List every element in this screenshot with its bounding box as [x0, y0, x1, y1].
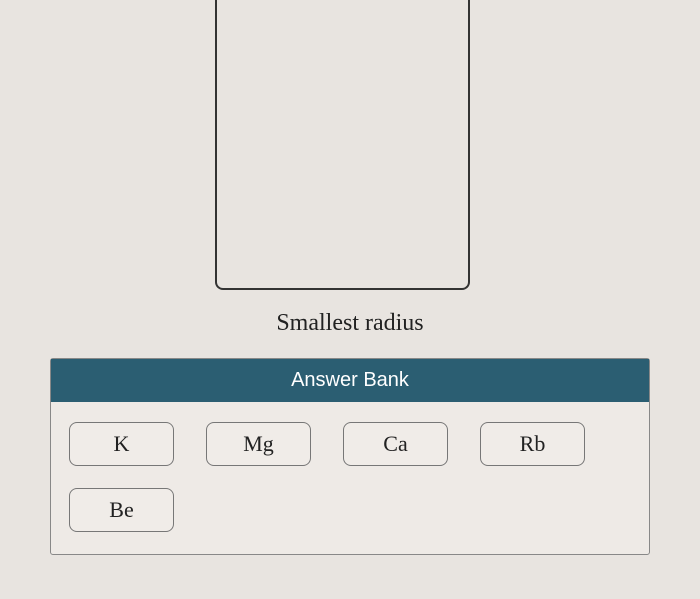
drop-target-smallest-radius[interactable] [215, 0, 470, 290]
answer-bank: Answer Bank K Mg Ca Rb Be [50, 358, 650, 555]
answer-chip-be[interactable]: Be [69, 488, 174, 532]
answer-chip-mg[interactable]: Mg [206, 422, 311, 466]
answer-chip-rb[interactable]: Rb [480, 422, 585, 466]
answer-bank-title: Answer Bank [51, 359, 649, 402]
answer-bank-body: K Mg Ca Rb Be [51, 402, 649, 554]
drop-zone-label: Smallest radius [0, 310, 700, 337]
answer-chip-k[interactable]: K [69, 422, 174, 466]
answer-chip-ca[interactable]: Ca [343, 422, 448, 466]
